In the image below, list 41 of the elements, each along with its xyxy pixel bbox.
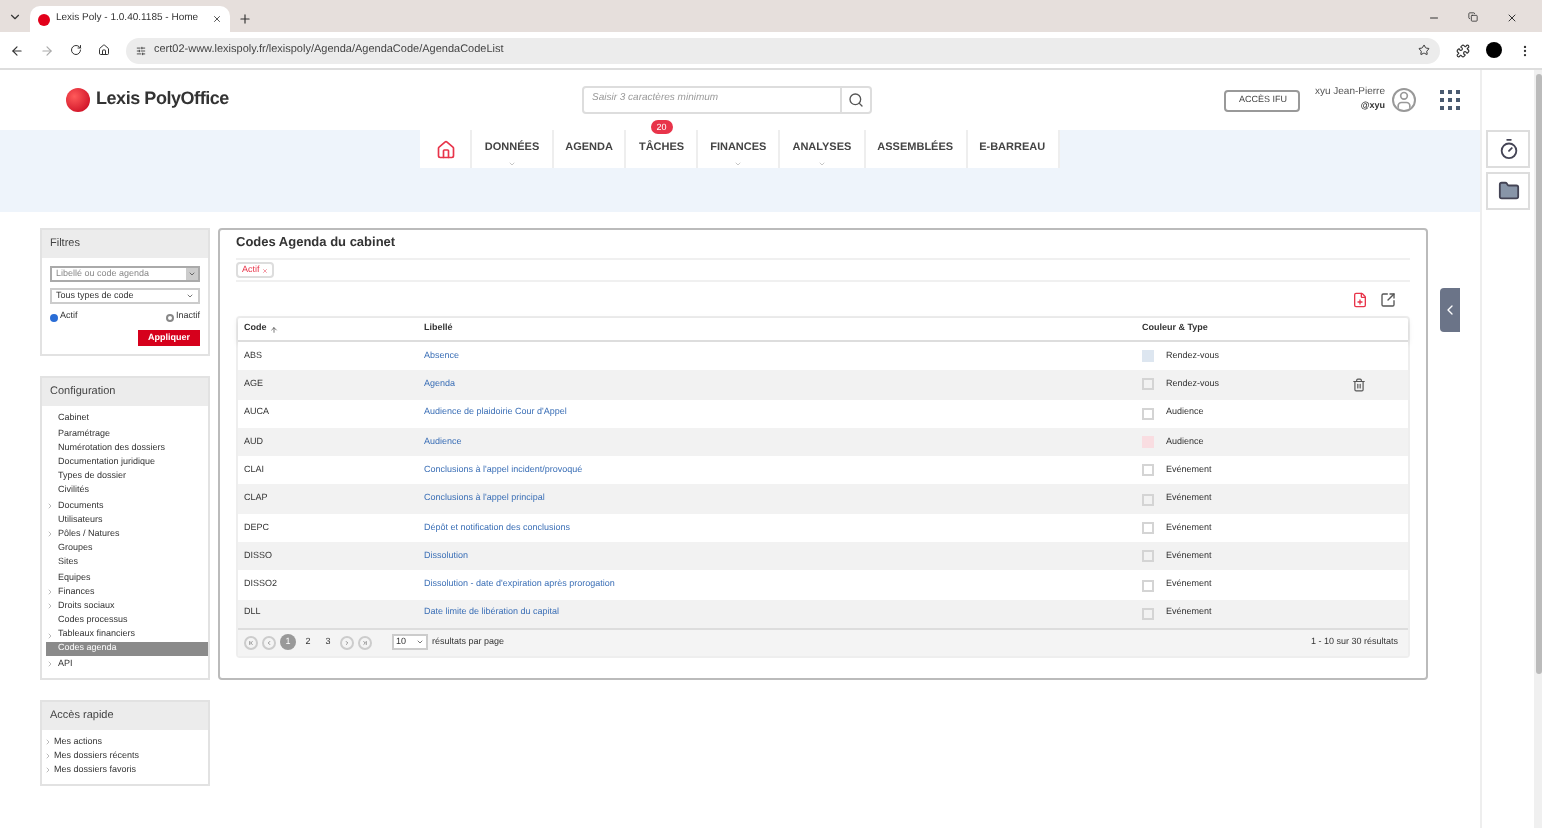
folder-button[interactable] [1486,172,1530,210]
color-swatch [1142,521,1154,534]
close-icon[interactable] [1506,12,1518,24]
scrollbar-thumb[interactable] [1535,74,1541,674]
color-swatch [1142,464,1154,477]
home-icon [435,139,456,159]
logo-icon [38,13,50,25]
color-swatch [1142,378,1154,391]
reload-icon[interactable] [70,44,82,56]
profile-icon[interactable] [1486,42,1502,58]
forward-icon[interactable] [40,43,54,57]
delete-icon[interactable] [1352,377,1366,392]
color-swatch [1142,607,1154,620]
pdf-export-icon[interactable] [1352,291,1368,307]
tab-list-icon[interactable] [8,10,22,24]
apps-icon[interactable] [1439,89,1460,111]
folder-icon [1497,180,1519,202]
site-info-icon[interactable] [136,45,146,55]
export-icon[interactable] [1380,291,1396,307]
bookmark-icon[interactable] [1418,44,1430,56]
logo-icon [66,88,90,112]
chevron-left-icon [1442,302,1458,318]
stopwatch-icon [1497,138,1519,160]
extensions-icon[interactable] [1456,43,1470,57]
avatar-icon[interactable] [1391,88,1415,112]
color-swatch [1142,550,1154,563]
color-swatch [1142,579,1154,592]
app-logo: Lexis PolyOffice [96,86,229,113]
search-icon [848,92,864,108]
sort-icon [270,325,279,333]
new-tab-icon[interactable] [238,12,252,26]
color-swatch [1142,407,1154,420]
minimize-icon[interactable] [1428,12,1440,24]
timer-button[interactable] [1486,130,1530,168]
search-button[interactable] [842,86,872,114]
back-icon[interactable] [10,43,24,57]
color-swatch [1142,493,1154,506]
home-icon[interactable] [98,44,110,56]
menu-icon[interactable] [1518,43,1532,57]
collapse-button[interactable] [1440,288,1460,332]
restore-icon[interactable] [1468,12,1478,22]
